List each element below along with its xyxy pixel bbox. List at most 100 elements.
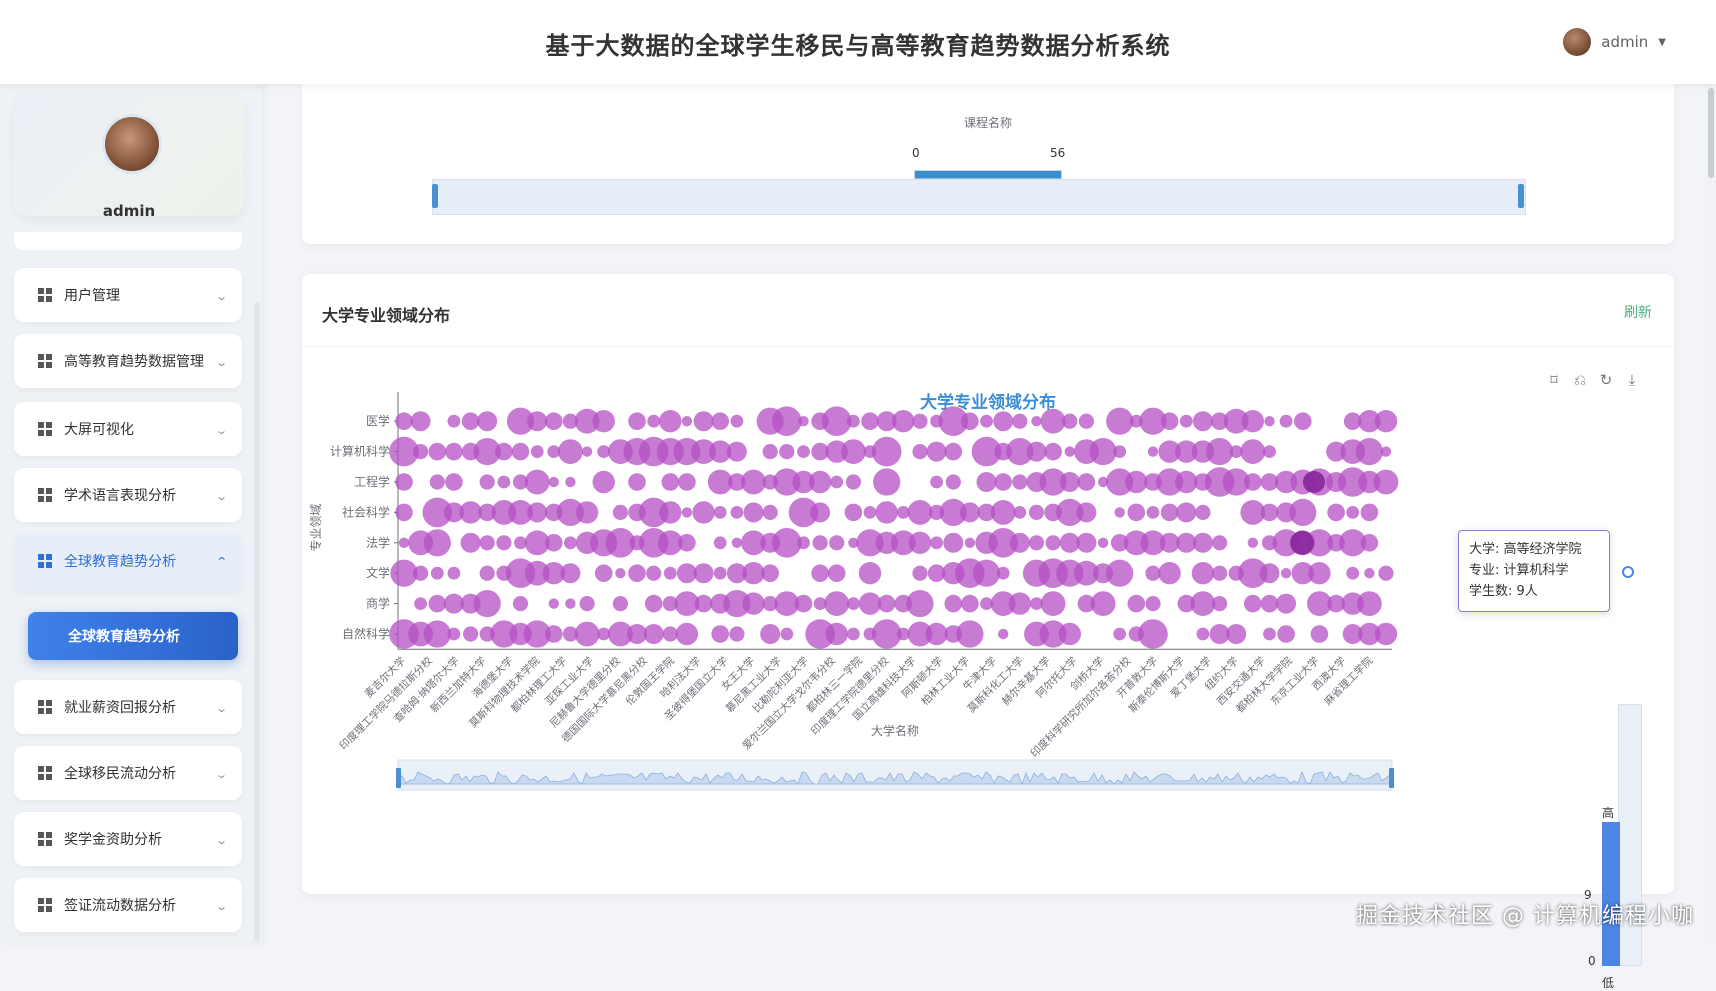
sidebar-item-label: 用户管理 [64,288,120,304]
bubble-point [662,626,678,642]
bubble-point [858,562,882,585]
bubble-point [1125,470,1148,494]
page-scrollbar[interactable] [1706,84,1716,942]
submenu-item-global-education[interactable]: 全球教育趋势分析 [28,612,238,660]
datazoom-handle-right[interactable] [1518,184,1524,208]
bubble-point [423,620,451,648]
bubble-point [447,414,461,428]
bubble-point [1097,537,1109,548]
tooltip-major: 专业: 计算机科学 [1469,563,1569,578]
y-tick-label: 社会科学 [342,504,390,519]
bubble-point [1380,446,1392,457]
bubble-point [430,566,444,580]
bubble-point [445,473,463,491]
sidebar-item-language-analysis[interactable]: 学术语言表现分析 ⌄ [14,468,242,522]
chevron-down-icon: ⌄ [214,768,228,781]
bubble-point [961,412,979,430]
bubble-point [760,624,781,644]
bubble-point [713,536,727,550]
visual-map-handle [1622,566,1634,578]
visual-map-range[interactable] [1602,822,1620,966]
bubble-point [943,532,964,553]
datazoom-handle-left[interactable] [432,184,438,208]
chevron-up-icon: ⌄ [214,554,228,567]
bubble-point [678,473,696,491]
user-avatar[interactable] [1563,28,1592,56]
bubble-point [825,622,848,646]
bubble-point [730,414,744,428]
bubble-point [1346,506,1360,519]
bubble-point [907,500,933,525]
bubble-point [1089,438,1117,466]
sidebar-item-scholarship-analysis[interactable]: 奖学金资助分析 ⌄ [14,812,242,866]
grid-icon [38,898,52,912]
sidebar-item-salary-analysis[interactable]: 就业薪资回报分析 ⌄ [14,680,242,734]
bubble-point [1247,537,1258,548]
bubble-point [1244,473,1262,491]
bubble-point [477,411,498,432]
bubble-point [794,594,813,613]
bubble-point [479,565,495,581]
bubble-point [1195,504,1211,520]
sidebar-scrollbar[interactable] [254,302,260,942]
bubble-point [1226,624,1247,644]
bubble-point [1374,410,1398,433]
sidebar-item-label: 高等教育趋势数据管理 [64,354,204,370]
bubble-point [1013,506,1027,519]
user-name[interactable]: admin [1601,33,1648,51]
sidebar-item-user-management[interactable]: 用户管理 ⌄ [14,268,242,322]
bubble-point-highlight [1303,471,1325,493]
bubble-point [908,531,932,554]
bubble-point [1064,446,1075,457]
bubble-point [1327,503,1345,522]
bubble-point [479,474,495,490]
bubble-point [827,564,846,582]
bubble-point [395,503,413,522]
bubble-point [545,534,563,552]
bubble-point [1190,591,1216,616]
bubble-point [1260,503,1279,522]
course-chart-card: 课程名称 0 56 [302,84,1674,244]
sidebar-item-education-data[interactable]: 高等教育趋势数据管理 ⌄ [14,334,242,388]
bubble-point [976,472,997,492]
bubble-point [906,590,934,618]
bubble-point [678,534,696,552]
user-menu[interactable]: admin ▼ [1563,28,1666,56]
bubble-point [930,475,943,489]
bubble-point [1040,408,1066,434]
bubble-point [527,411,548,432]
app-title: 基于大数据的全球学生移民与高等教育趋势数据分析系统 [545,32,1171,60]
chevron-down-icon: ⌄ [214,356,228,369]
bubble-point [741,469,766,495]
bubble-point [830,475,844,489]
bubble-point [1263,445,1276,458]
top-header: 基于大数据的全球学生移民与高等教育趋势数据分析系统 admin ▼ [0,0,1716,84]
y-tick-label: 法学 [366,535,390,550]
sidebar-item-dashboard[interactable]: 大屏可视化 ⌄ [14,402,242,456]
bubble-point [1241,410,1264,433]
sidebar-item-global-education[interactable]: 全球教育趋势分析 ⌄ [14,534,242,592]
bubble-point [524,469,550,495]
range-end-label: 56 [1050,146,1066,160]
bubble-point [1077,473,1096,491]
bubble-point [661,473,680,491]
bubble-point [726,441,747,462]
grid-icon [38,422,52,436]
grid-icon [38,488,52,502]
bubble-point [612,504,628,520]
grid-icon [38,766,52,780]
sidebar-item-label: 签证流动数据分析 [64,898,176,914]
scrollbar-thumb[interactable] [1708,88,1714,178]
bubble-point [1009,532,1030,553]
bubble-point [761,564,779,582]
bubble-point [1114,507,1125,518]
datazoom-slider[interactable] [432,179,1526,215]
bubble-point [1138,619,1168,649]
bubble-point [1026,441,1047,462]
bubble-point [428,594,447,613]
sidebar-item-migration-analysis[interactable]: 全球移民流动分析 ⌄ [14,746,242,800]
bubble-point [956,620,984,648]
caret-down-icon[interactable]: ▼ [1658,37,1666,48]
bubble-point [1244,594,1262,613]
sidebar-item-visa-analysis[interactable]: 签证流动数据分析 ⌄ [14,878,242,932]
